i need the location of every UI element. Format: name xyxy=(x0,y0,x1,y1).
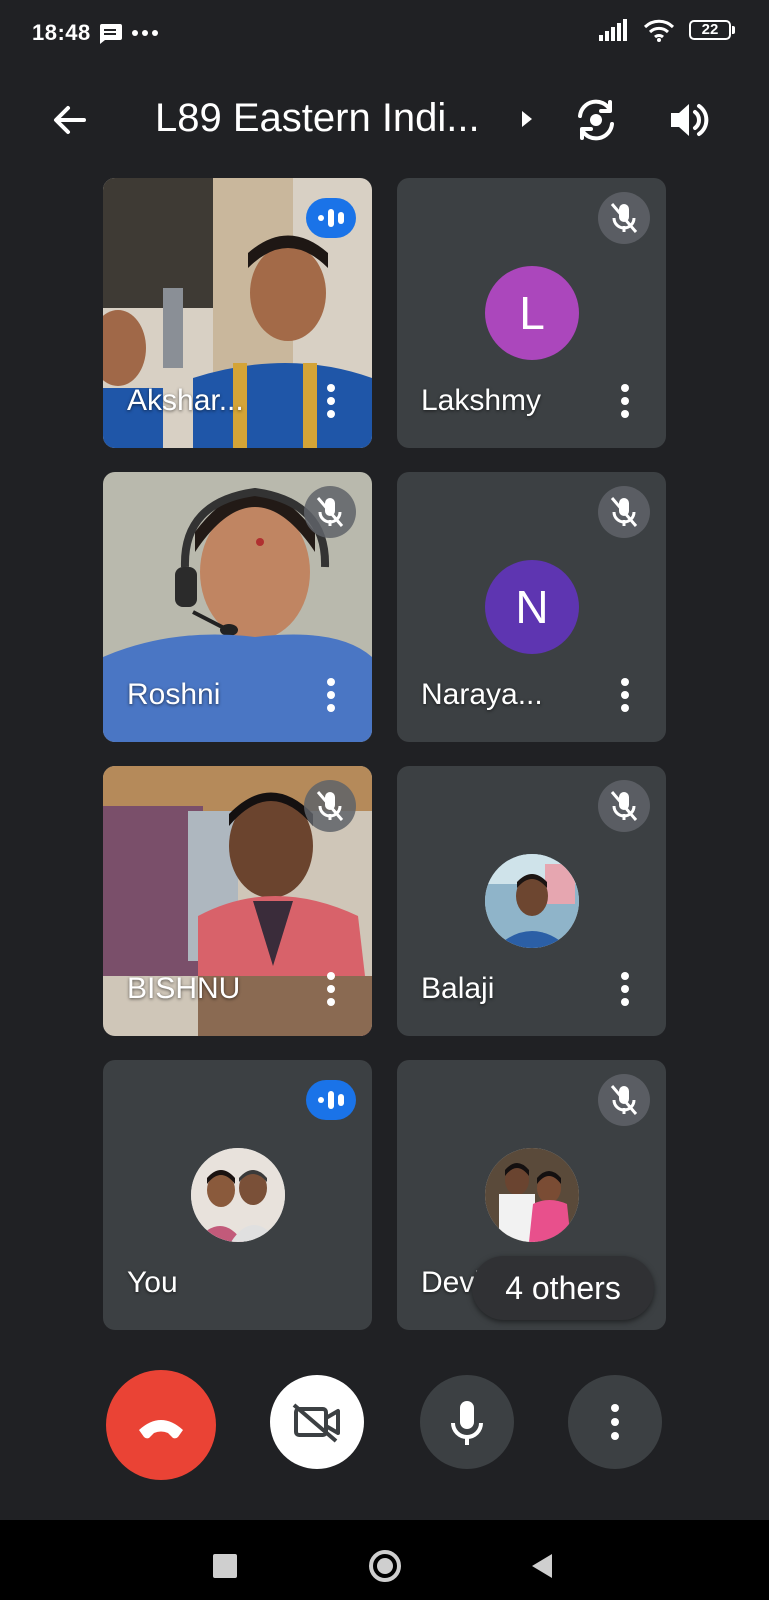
participant-name: Balaji xyxy=(421,972,495,1005)
mic-off-icon xyxy=(598,780,650,832)
more-options-icon[interactable] xyxy=(326,678,336,712)
back-nav-icon[interactable] xyxy=(530,1552,554,1580)
speaking-indicator xyxy=(306,198,356,238)
signal-icon xyxy=(599,19,627,41)
camera-toggle-button[interactable] xyxy=(270,1375,364,1469)
mic-off-icon xyxy=(598,486,650,538)
others-button[interactable]: 4 others xyxy=(472,1256,654,1320)
participant-tile-lakshmy[interactable]: L Lakshmy xyxy=(397,178,666,448)
participant-tile-akshara[interactable]: Akshar... xyxy=(103,178,372,448)
more-options-icon[interactable] xyxy=(620,384,630,418)
system-nav-bar xyxy=(0,1520,769,1600)
status-bar: 18:48 22 xyxy=(0,0,769,70)
more-options-icon[interactable] xyxy=(620,678,630,712)
mic-off-icon xyxy=(304,486,356,538)
meeting-title[interactable]: L89 Eastern Indi... xyxy=(155,96,480,141)
avatar xyxy=(485,854,579,948)
switch-camera-icon[interactable] xyxy=(572,96,620,144)
participant-name: Naraya... xyxy=(421,678,543,711)
more-options-icon[interactable] xyxy=(620,972,630,1006)
avatar: L xyxy=(485,266,579,360)
battery-level: 22 xyxy=(689,20,731,40)
more-icon xyxy=(132,30,158,36)
participant-name: You xyxy=(127,1266,178,1299)
participant-name: Lakshmy xyxy=(421,384,542,417)
message-icon xyxy=(100,24,122,44)
participant-tile-roshni[interactable]: Roshni xyxy=(103,472,372,742)
speaker-icon[interactable] xyxy=(667,98,711,142)
participant-tile-narayana[interactable]: N Naraya... xyxy=(397,472,666,742)
more-options-icon[interactable] xyxy=(326,384,336,418)
battery-icon: 22 xyxy=(689,20,735,40)
home-icon[interactable] xyxy=(367,1548,403,1584)
mic-off-icon xyxy=(598,192,650,244)
participant-name: Roshni xyxy=(127,678,221,711)
avatar xyxy=(485,1148,579,1242)
more-options-icon[interactable] xyxy=(326,972,336,1006)
avatar: N xyxy=(485,560,579,654)
call-controls xyxy=(0,1370,769,1480)
participant-name: Akshar... xyxy=(127,384,244,417)
microphone-button[interactable] xyxy=(420,1375,514,1469)
end-call-button[interactable] xyxy=(106,1370,216,1480)
end-call-icon xyxy=(139,1420,183,1439)
more-vert-icon xyxy=(611,1404,619,1440)
avatar xyxy=(191,1148,285,1242)
mic-off-icon xyxy=(598,1074,650,1126)
recents-icon[interactable] xyxy=(213,1554,237,1578)
app-bar: L89 Eastern Indi... xyxy=(0,80,769,160)
mic-off-icon xyxy=(304,780,356,832)
back-arrow-icon[interactable] xyxy=(48,98,92,142)
participant-name: BISHNU xyxy=(127,972,241,1005)
participant-tile-balaji[interactable]: Balaji xyxy=(397,766,666,1036)
caret-right-icon[interactable] xyxy=(520,110,534,128)
mic-icon xyxy=(451,1401,483,1445)
participant-tile-bishnu[interactable]: BISHNU xyxy=(103,766,372,1036)
participant-tile-you[interactable]: You xyxy=(103,1060,372,1330)
more-options-button[interactable] xyxy=(568,1375,662,1469)
wifi-icon xyxy=(643,19,675,42)
video-off-icon xyxy=(292,1403,340,1443)
clock: 18:48 xyxy=(32,20,91,45)
speaking-indicator xyxy=(306,1080,356,1120)
